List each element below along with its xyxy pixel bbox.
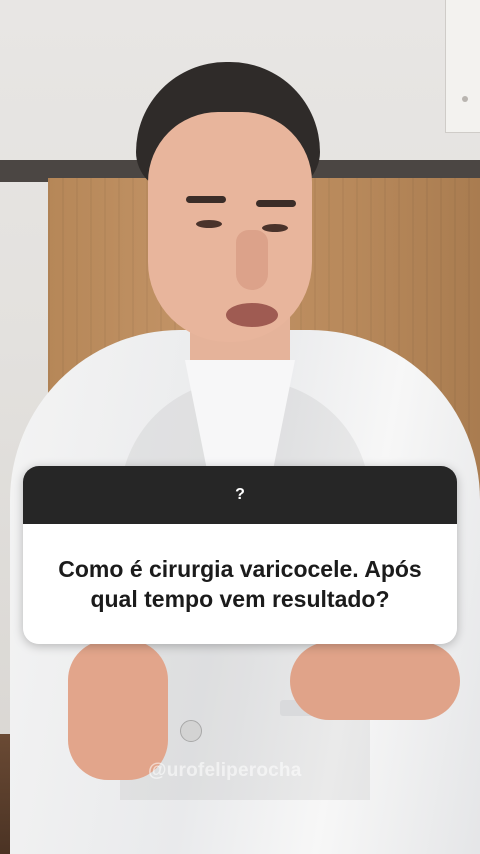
right-hand: [290, 642, 460, 720]
left-eye: [196, 220, 222, 228]
wall-cabinet: [445, 0, 480, 133]
question-mark-label: ?: [235, 486, 245, 503]
question-sticker[interactable]: ? Como é cirurgia varicocele. Após qual …: [23, 466, 457, 644]
video-background: [0, 0, 480, 854]
nose: [236, 230, 268, 290]
cabinet-knob: [462, 96, 468, 102]
left-hand: [68, 640, 168, 780]
left-eyebrow: [186, 196, 226, 203]
question-sticker-header: ?: [23, 466, 457, 524]
question-text: Como é cirurgia varicocele. Após qual te…: [58, 556, 422, 612]
watermark-handle: @urofeliperocha: [148, 760, 302, 781]
mouth: [226, 303, 278, 327]
right-eye: [262, 224, 288, 232]
right-eyebrow: [256, 200, 296, 207]
question-sticker-body: Como é cirurgia varicocele. Após qual te…: [23, 524, 457, 644]
coat-button: [180, 720, 202, 742]
